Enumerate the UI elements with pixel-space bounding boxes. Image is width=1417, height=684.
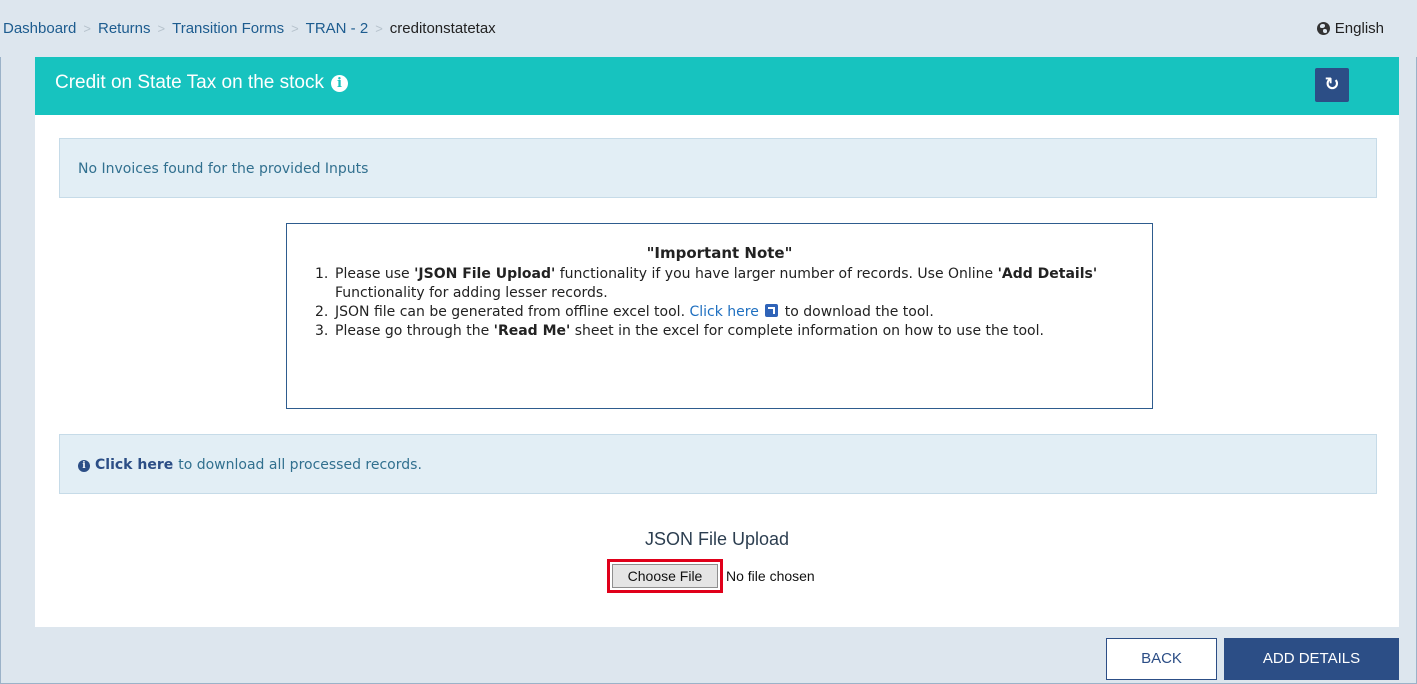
download-tool-link[interactable]: Click here — [689, 304, 758, 320]
download-records-text: to download all processed records. — [178, 457, 422, 473]
language-label: English — [1334, 20, 1384, 37]
breadcrumb-separator: > — [291, 21, 299, 36]
important-note-box: "Important Note" 1. Please use 'JSON Fil… — [286, 223, 1153, 409]
add-details-button[interactable]: ADD DETAILS — [1224, 638, 1399, 680]
info-icon[interactable]: i — [330, 74, 348, 92]
note-item: 3. Please go through the 'Read Me' sheet… — [315, 322, 1135, 341]
breadcrumb-transition-forms[interactable]: Transition Forms — [172, 20, 284, 37]
note-number: 3. — [315, 323, 329, 339]
external-link-icon[interactable] — [765, 304, 779, 317]
file-status: No file chosen — [726, 568, 815, 584]
note-text: Please go through the 'Read Me' sheet in… — [335, 323, 1044, 339]
choose-file-button[interactable]: Choose File — [612, 564, 718, 588]
refresh-button[interactable]: ↻ — [1315, 68, 1349, 102]
note-number: 2. — [315, 304, 329, 320]
note-text: JSON file can be generated from offline … — [335, 304, 934, 320]
note-list: 1. Please use 'JSON File Upload' functio… — [315, 265, 1135, 341]
refresh-icon: ↻ — [1324, 74, 1340, 95]
download-records-link[interactable]: Click here — [95, 457, 173, 493]
top-bar: Dashboard > Returns > Transition Forms >… — [0, 0, 1417, 57]
breadcrumb-returns[interactable]: Returns — [98, 20, 151, 37]
note-item: 1. Please use 'JSON File Upload' functio… — [315, 265, 1135, 303]
page-title-text: Credit on State Tax on the stock — [55, 72, 324, 93]
choose-file-highlight: Choose File — [607, 559, 723, 593]
note-bold: 'Add Details' — [997, 266, 1098, 282]
breadcrumb: Dashboard > Returns > Transition Forms >… — [3, 20, 496, 37]
note-title: "Important Note" — [646, 244, 793, 262]
download-records-box: i Click here to download all processed r… — [59, 434, 1377, 494]
breadcrumb-separator: > — [375, 21, 383, 36]
breadcrumb-separator: > — [157, 21, 166, 36]
page-title: Credit on State Tax on the stock i — [55, 72, 348, 94]
file-upload-row: Choose File No file chosen — [607, 559, 815, 593]
language-selector[interactable]: English — [1316, 20, 1384, 37]
no-invoices-alert: No Invoices found for the provided Input… — [59, 138, 1377, 198]
panel-header: Credit on State Tax on the stock i ↻ — [35, 57, 1399, 115]
breadcrumb-dashboard[interactable]: Dashboard — [3, 20, 76, 37]
note-item: 2. JSON file can be generated from offli… — [315, 303, 1135, 322]
note-bold: 'JSON File Upload' — [414, 266, 556, 282]
note-text: Please use 'JSON File Upload' functional… — [335, 266, 1098, 301]
back-button[interactable]: BACK — [1106, 638, 1217, 680]
breadcrumb-separator: > — [83, 21, 91, 36]
main-panel: Credit on State Tax on the stock i ↻ No … — [35, 57, 1399, 627]
breadcrumb-tran-2[interactable]: TRAN - 2 — [306, 20, 369, 37]
breadcrumb-current: creditonstatetax — [389, 20, 496, 37]
globe-icon — [1316, 22, 1330, 35]
info-icon: i — [78, 460, 90, 472]
note-bold: 'Read Me' — [493, 323, 571, 339]
alert-message: No Invoices found for the provided Input… — [78, 161, 369, 177]
note-number: 1. — [315, 266, 329, 282]
json-upload-label: JSON File Upload — [644, 529, 790, 549]
